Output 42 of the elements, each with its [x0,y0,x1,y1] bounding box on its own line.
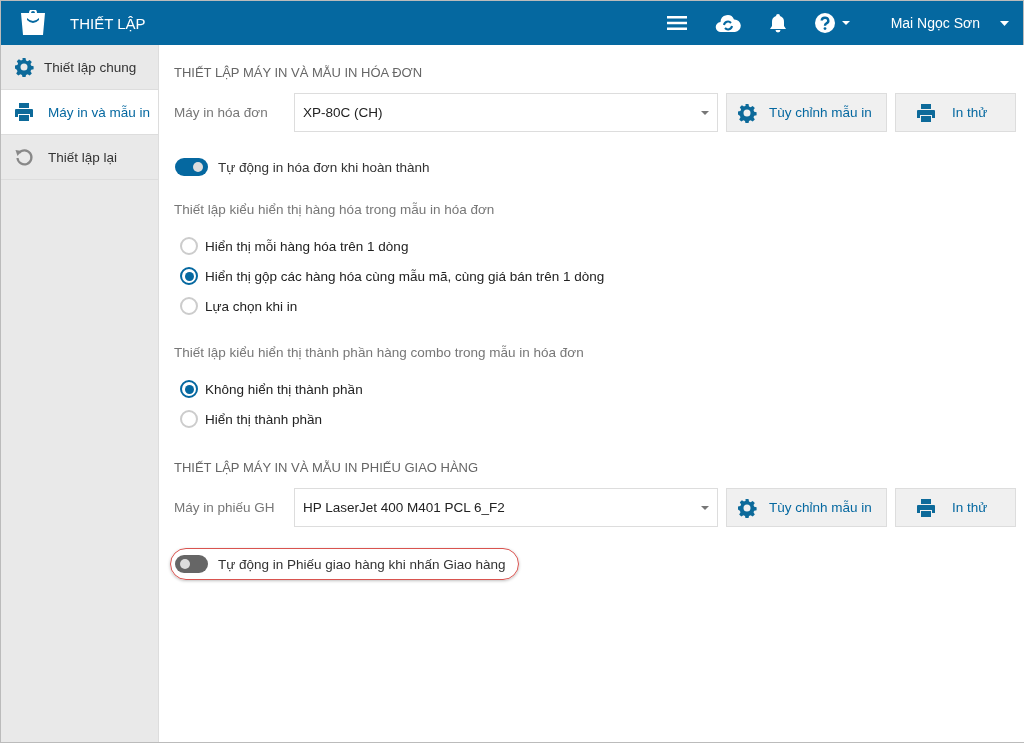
shopping-bag-logo-icon [18,10,48,36]
help-icon[interactable] [814,13,851,33]
toggle-switch[interactable] [175,158,208,176]
test-print-button[interactable]: In thử [895,93,1016,132]
printer-icon [916,102,936,123]
sidebar-item[interactable]: Máy in và mẫu in [1,90,158,135]
radio-label[interactable]: Hiển thị thành phần [205,411,323,427]
menu-icon[interactable] [666,15,687,31]
gear-icon [14,57,34,77]
printer-select[interactable]: HP LaserJet 400 M401 PCL 6_F2 [294,488,718,527]
radio-button[interactable] [180,380,198,398]
section-title: THIẾT LẬP MÁY IN VÀ MẪU IN HÓA ĐƠN [174,65,424,80]
user-name[interactable]: Mai Ngọc Sơn [890,15,980,31]
radio-label[interactable]: Hiển thị mỗi hàng hóa trên 1 dòng [205,238,409,254]
printer-select[interactable]: XP-80C (CH) [294,93,718,132]
field-label: Máy in hóa đơn [174,105,269,120]
gear-icon [737,497,757,518]
printer-icon [916,497,936,518]
gear-icon [737,102,757,123]
toggle-label: Tự động in Phiếu giao hàng khi nhấn Giao hàng [218,556,506,572]
radio-button[interactable] [180,267,198,285]
customize-template-button[interactable]: Tùy chỉnh mẫu in [726,93,887,132]
printer-icon [14,102,34,122]
caret-icon [701,110,709,115]
radio-label[interactable]: Hiển thị gộp các hàng hóa cùng mẫu mã, cùng giá bán trên 1 dòng [205,268,605,284]
caret-icon [701,505,709,510]
field-label: Máy in phiếu GH [174,500,276,515]
customize-template-button[interactable]: Tùy chỉnh mẫu in [726,488,887,527]
bell-icon[interactable] [768,13,787,33]
group-title: Thiết lập kiểu hiển thị thành phần hàng combo trong mẫu in hóa đơn [174,345,585,360]
radio-label[interactable]: Lựa chọn khi in [205,298,298,314]
reset-icon [14,147,34,167]
group-title: Thiết lập kiểu hiển thị hàng hóa trong mẫu in hóa đơn [174,202,496,217]
section-title: THIẾT LẬP MÁY IN VÀ MẪU IN PHIẾU GIAO HÀNG [174,460,480,475]
toggle-switch[interactable] [175,555,208,573]
sidebar-item[interactable]: Thiết lập lại [1,135,158,180]
radio-label[interactable]: Không hiển thị thành phần [205,381,363,397]
caret-icon[interactable] [1000,20,1009,26]
test-print-button[interactable]: In thử [895,488,1016,527]
toggle-label: Tự động in hóa đơn khi hoàn thành [218,159,430,175]
app-title: THIẾT LẬP [70,14,146,32]
cloud-sync-icon[interactable] [714,13,741,33]
